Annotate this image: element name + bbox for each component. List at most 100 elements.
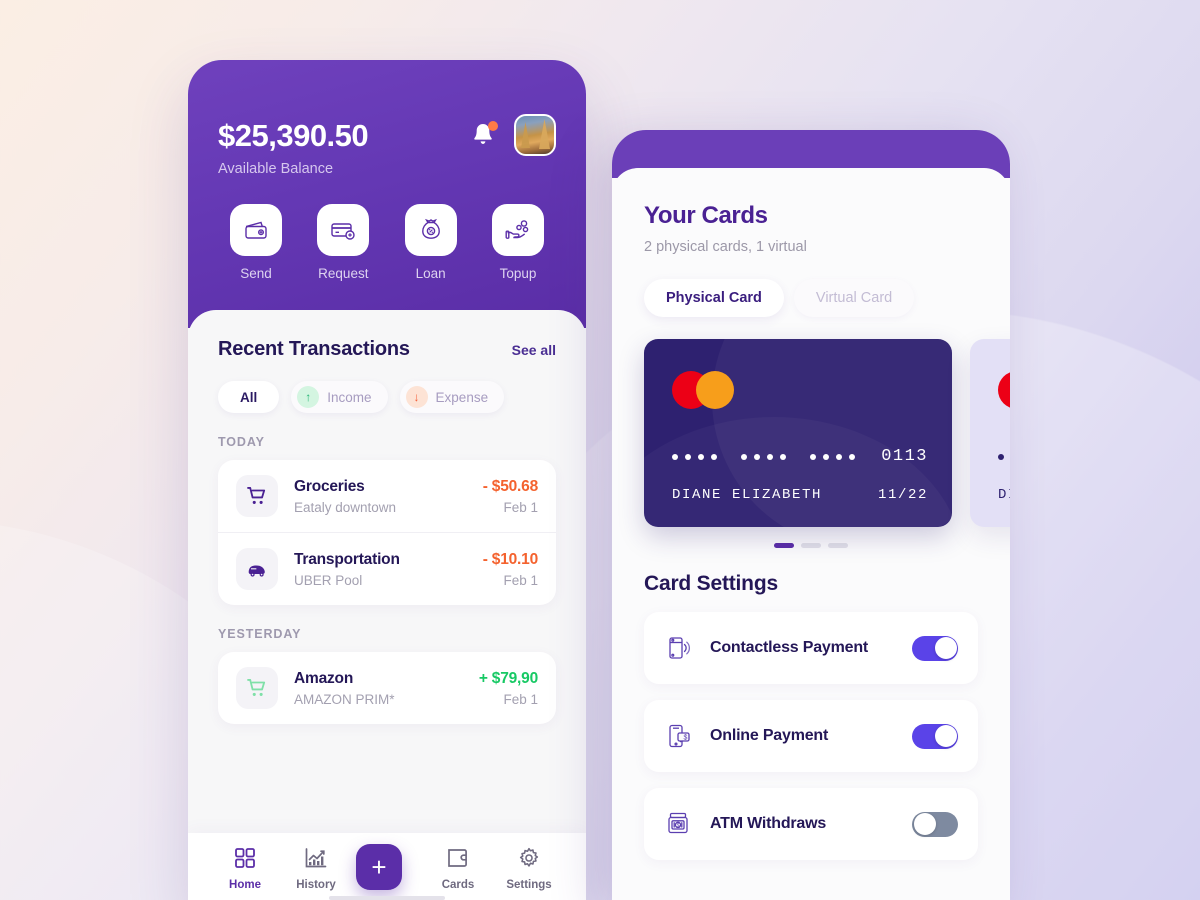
- transaction-amount: + $79,90: [478, 669, 538, 687]
- card-carousel[interactable]: 0113 DIANE ELIZABETH 11/22 D: [644, 339, 1010, 527]
- group-label-yesterday: YESTERDAY: [218, 627, 302, 641]
- nav-item-settings[interactable]: Settings: [498, 847, 560, 891]
- avatar[interactable]: [514, 114, 556, 156]
- hand-coins-icon: [491, 204, 544, 256]
- cards-sheet: Your Cards 2 physical cards, 1 virtual P…: [612, 168, 1010, 900]
- notification-bell-icon[interactable]: [470, 121, 498, 149]
- filter-chip-label: All: [240, 389, 258, 405]
- nav-item-cards[interactable]: Cards: [427, 847, 489, 891]
- setting-row-online-payment[interactable]: $ Online Payment: [644, 700, 978, 772]
- arrow-down-icon: ↓: [405, 386, 428, 408]
- nav-label: Settings: [506, 879, 552, 891]
- digit-group: [672, 453, 717, 460]
- card-holder-name: DIANE ELIZABETH: [998, 487, 1010, 503]
- filter-chip-all[interactable]: All: [218, 381, 280, 413]
- nav-item-home[interactable]: Home: [214, 847, 276, 891]
- bottom-navigation: Home History + Cards Settings: [188, 833, 586, 900]
- card-holder-name: DIANE ELIZABETH: [672, 487, 823, 503]
- notification-badge-dot: [488, 121, 498, 131]
- grid-icon: [214, 847, 276, 874]
- page-title: Your Cards: [644, 202, 768, 229]
- pagination-dot[interactable]: [801, 543, 821, 548]
- credit-card-primary[interactable]: 0113 DIANE ELIZABETH 11/22: [644, 339, 952, 527]
- arrow-up-icon: ↑: [297, 386, 320, 408]
- transaction-details: Amazon AMAZON PRIM*: [294, 670, 479, 707]
- pagination-dot[interactable]: [774, 543, 794, 548]
- setting-row-contactless-payment[interactable]: Contactless Payment: [644, 612, 978, 684]
- group-label-today: TODAY: [218, 435, 265, 449]
- setting-label: Contactless Payment: [710, 639, 869, 656]
- card-type-tabs: Physical Card Virtual Card: [644, 279, 978, 317]
- header-actions: [470, 114, 556, 156]
- home-indicator: [329, 896, 445, 900]
- quick-actions: Send Request Loan Topup: [218, 204, 556, 281]
- car-icon: [236, 548, 278, 590]
- transaction-amount: - $50.68: [482, 477, 538, 495]
- toggle-knob: [913, 813, 936, 835]
- filter-chip-income[interactable]: ↑ Income: [291, 381, 388, 413]
- cards-subtitle: 2 physical cards, 1 virtual: [644, 239, 807, 255]
- card-expiry: 11/22: [877, 487, 928, 503]
- nav-item-add[interactable]: +: [356, 844, 418, 894]
- pagination-dot[interactable]: [828, 543, 848, 548]
- toggle-online-payment[interactable]: [912, 723, 958, 749]
- filter-chip-label: Expense: [435, 389, 489, 405]
- credit-card-secondary[interactable]: 0113 DIANE ELIZABETH 11/22: [970, 339, 1010, 527]
- quick-action-send[interactable]: Send: [218, 204, 294, 281]
- transaction-details: Transportation UBER Pool: [294, 551, 483, 588]
- card-masked-digits: [998, 453, 1010, 460]
- quick-action-topup[interactable]: Topup: [480, 204, 556, 281]
- svg-text:$: $: [676, 823, 679, 829]
- transaction-details: Groceries Eataly downtown: [294, 478, 483, 515]
- nav-label: Cards: [441, 879, 475, 891]
- card-footer-row: DIANE ELIZABETH 11/22: [998, 487, 1010, 503]
- card-number-row: 0113: [998, 447, 1010, 466]
- toggle-atm-withdraws[interactable]: [912, 811, 958, 837]
- sheet-header: Recent Transactions See all: [218, 338, 556, 361]
- transaction-subtitle: AMAZON PRIM*: [294, 691, 395, 707]
- quick-action-label: Loan: [415, 266, 446, 281]
- filter-chip-expense[interactable]: ↓ Expense: [399, 381, 505, 413]
- digit-group: [741, 453, 786, 460]
- transaction-meta: - $10.10 Feb 1: [483, 551, 538, 588]
- quick-action-label: Topup: [499, 266, 537, 281]
- shopping-cart-icon: [236, 667, 278, 709]
- nav-label: Home: [229, 879, 261, 891]
- mastercard-logo: [998, 371, 1010, 409]
- page-title: Recent Transactions: [218, 338, 410, 360]
- table-row[interactable]: Amazon AMAZON PRIM* + $79,90 Feb 1: [218, 652, 556, 724]
- tab-virtual-card[interactable]: Virtual Card: [793, 279, 915, 317]
- quick-action-label: Send: [240, 266, 272, 281]
- available-balance-label: Available Balance: [218, 161, 334, 177]
- setting-label: ATM Withdraws: [710, 815, 827, 832]
- toggle-knob: [934, 637, 957, 659]
- setting-row-atm-withdraws[interactable]: $ ATM Withdraws: [644, 788, 978, 860]
- transaction-title: Amazon: [294, 669, 354, 687]
- transaction-title: Transportation: [294, 550, 400, 568]
- shopping-cart-icon: [236, 475, 278, 517]
- contactless-card-icon: [664, 635, 694, 661]
- table-row[interactable]: Groceries Eataly downtown - $50.68 Feb 1: [218, 460, 556, 532]
- card-number-row: 0113: [672, 447, 928, 466]
- wallet-icon: [230, 204, 282, 256]
- nav-item-history[interactable]: History: [285, 847, 347, 891]
- tab-physical-card[interactable]: Physical Card: [644, 279, 784, 317]
- quick-action-request[interactable]: Request: [305, 204, 381, 281]
- transaction-title: Groceries: [294, 477, 365, 495]
- mastercard-red-circle: [998, 371, 1010, 409]
- transaction-group-today: Groceries Eataly downtown - $50.68 Feb 1…: [218, 460, 556, 605]
- transaction-date: Feb 1: [503, 499, 538, 515]
- filter-chip-label: Income: [327, 389, 372, 405]
- table-row[interactable]: Transportation UBER Pool - $10.10 Feb 1: [218, 532, 556, 605]
- digit-group: [810, 453, 855, 460]
- transaction-meta: - $50.68 Feb 1: [483, 478, 538, 515]
- quick-action-loan[interactable]: Loan: [393, 204, 469, 281]
- wallet-icon: [427, 847, 489, 874]
- plus-icon[interactable]: +: [356, 844, 402, 890]
- digit-group: [998, 453, 1010, 460]
- see-all-link[interactable]: See all: [512, 342, 556, 358]
- toggle-contactless-payment[interactable]: [912, 635, 958, 661]
- mobile-payment-icon: $: [664, 723, 694, 749]
- transaction-subtitle: UBER Pool: [294, 572, 363, 588]
- transaction-filters: All ↑ Income ↓ Expense: [218, 381, 556, 413]
